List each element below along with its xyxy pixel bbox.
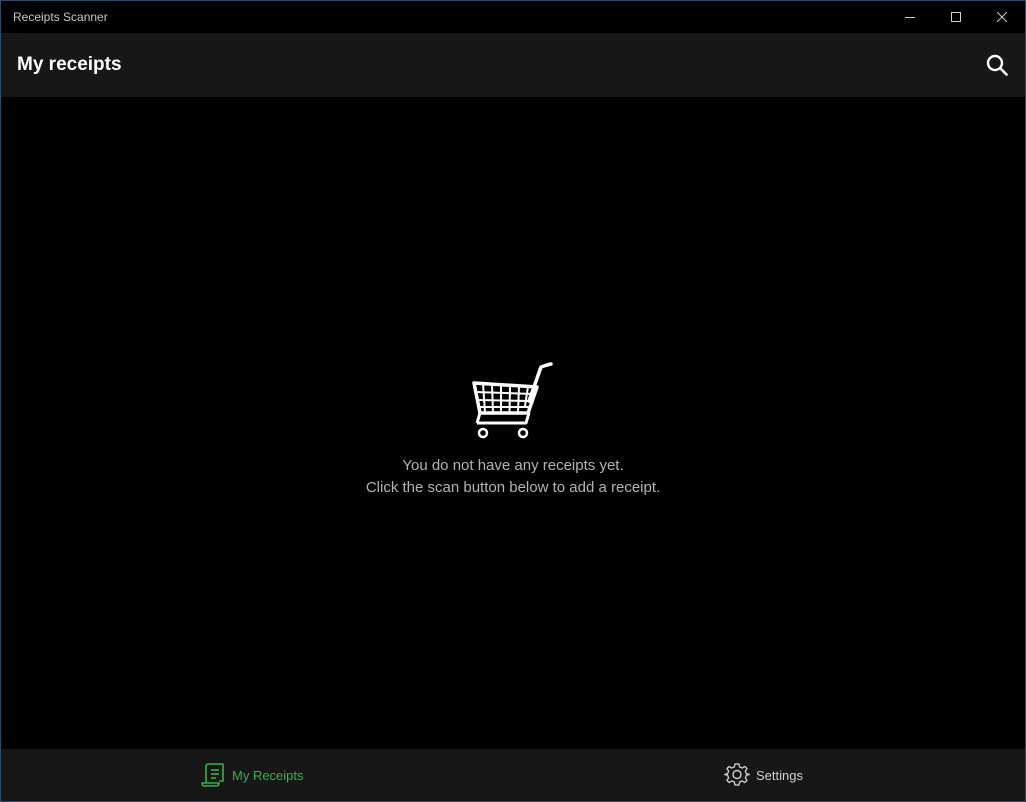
- bottom-navigation: My Receipts Settings: [1, 749, 1025, 801]
- close-icon: [997, 12, 1007, 22]
- page-title: My receipts: [17, 54, 122, 75]
- app-header: My receipts: [1, 33, 1025, 97]
- search-button[interactable]: [977, 45, 1017, 85]
- search-icon: [986, 54, 1008, 76]
- nav-label-settings: Settings: [756, 767, 803, 783]
- minimize-button[interactable]: [887, 1, 933, 33]
- shopping-cart-icon: [472, 362, 553, 439]
- app-window: Receipts Scanner My receipts You do not …: [0, 0, 1026, 802]
- empty-state-line-2: Click the scan button below to add a rec…: [365, 479, 661, 496]
- window-title: Receipts Scanner: [13, 10, 108, 24]
- maximize-button[interactable]: [933, 1, 979, 33]
- maximize-icon: [951, 12, 961, 22]
- close-button[interactable]: [979, 1, 1025, 33]
- minimize-icon: [905, 17, 915, 18]
- gear-icon: [723, 761, 751, 789]
- receipt-icon: [199, 761, 227, 789]
- nav-item-my-receipts[interactable]: My Receipts: [199, 749, 304, 801]
- empty-state: You do not have any receipts yet. Click …: [1, 361, 1025, 499]
- empty-state-line-1: You do not have any receipts yet.: [402, 457, 624, 474]
- nav-label-my-receipts: My Receipts: [232, 767, 304, 783]
- title-bar[interactable]: Receipts Scanner: [1, 1, 1025, 33]
- receipts-list-area: You do not have any receipts yet. Click …: [1, 97, 1025, 749]
- empty-state-message: You do not have any receipts yet. Click …: [1, 455, 1025, 499]
- nav-item-settings[interactable]: Settings: [723, 749, 803, 801]
